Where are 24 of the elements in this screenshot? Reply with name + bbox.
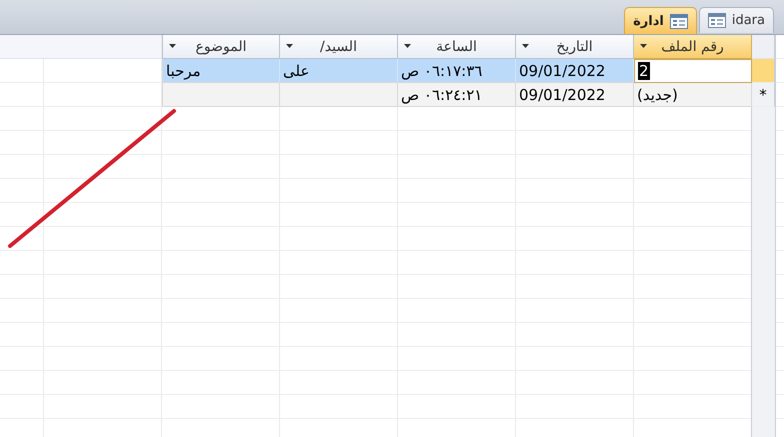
dropdown-caret-icon[interactable] <box>169 44 176 49</box>
new-record-marker: * <box>759 86 767 104</box>
column-header[interactable]: السيد/ <box>280 35 398 59</box>
column-header[interactable]: التاريخ <box>516 35 634 59</box>
dropdown-caret-icon[interactable] <box>404 44 411 49</box>
document-tab[interactable]: idara <box>698 7 774 33</box>
table-cell: (جديد) <box>634 83 752 107</box>
table-icon <box>670 14 688 28</box>
table-cell: 09/01/2022 <box>516 83 634 107</box>
table-cell: مرحبا <box>162 59 280 83</box>
column-header[interactable]: الساعة <box>398 35 516 59</box>
dropdown-caret-icon[interactable] <box>522 44 529 49</box>
dropdown-caret-icon[interactable] <box>640 44 647 49</box>
table-cell: ٠٦:١٧:٣٦ ص <box>398 59 516 83</box>
dropdown-caret-icon[interactable] <box>286 44 293 49</box>
column-header[interactable]: رقم الملف <box>634 35 752 59</box>
table-cell: 09/01/2022 <box>516 59 634 83</box>
table-cell: على <box>280 59 398 83</box>
document-tab[interactable]: ادارة <box>624 7 697 34</box>
record-selector[interactable]: * <box>752 83 775 107</box>
table-cell: ٠٦:٢٤:٢١ ص <box>398 83 516 107</box>
input-field[interactable]: 2 <box>634 59 752 83</box>
column-header[interactable]: الموضوع <box>162 35 280 59</box>
table-icon <box>708 13 726 28</box>
